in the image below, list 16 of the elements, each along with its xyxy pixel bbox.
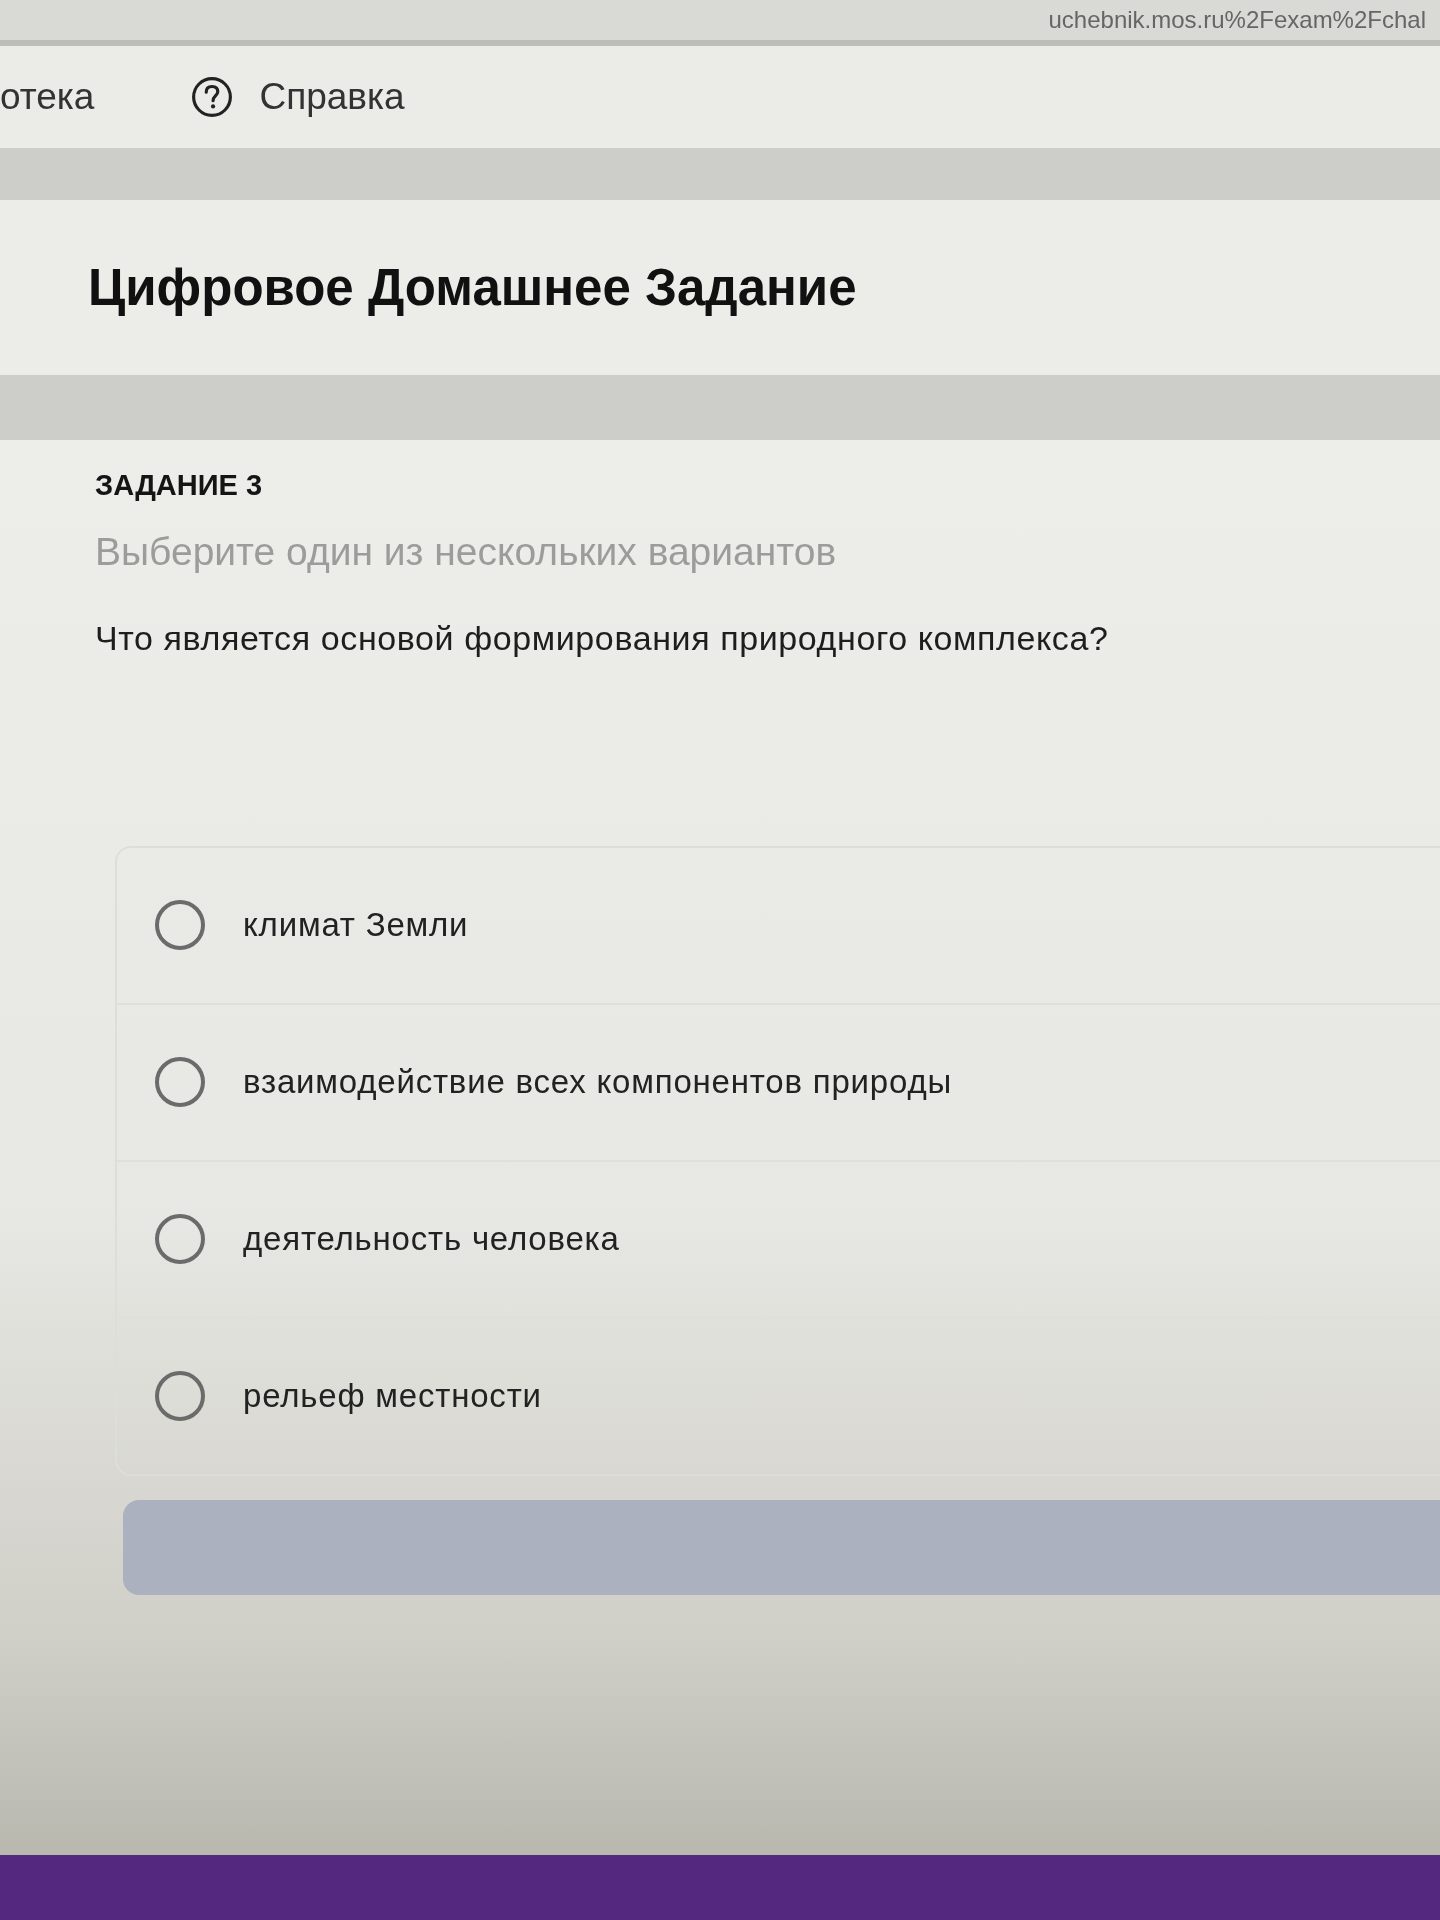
answer-option[interactable]: взаимодействие всех компонентов природы <box>117 1004 1440 1162</box>
instruction-text: Выберите один из нескольких вариантов <box>95 528 837 575</box>
answer-option[interactable]: деятельность человека <box>117 1161 1440 1319</box>
task-number: ЗАДАНИЕ 3 <box>95 468 263 503</box>
help-link[interactable]: Справка <box>191 76 405 118</box>
radio-button[interactable] <box>155 1371 205 1422</box>
answer-option[interactable]: климат Земли <box>117 847 1440 1005</box>
help-icon <box>191 76 234 118</box>
answer-option[interactable]: рельеф местности <box>117 1318 1440 1474</box>
radio-button[interactable] <box>155 1057 205 1108</box>
radio-button[interactable] <box>155 900 205 951</box>
page-title: Цифровое Домашнее Задание <box>88 258 857 317</box>
radio-button[interactable] <box>155 1214 205 1265</box>
nav-link[interactable]: отека <box>0 76 95 118</box>
url-text: uchebnik.mos.ru%2Fexam%2Fchal <box>1048 6 1426 34</box>
question-text: Что является основой формирования природного комплекса? <box>95 617 1109 659</box>
